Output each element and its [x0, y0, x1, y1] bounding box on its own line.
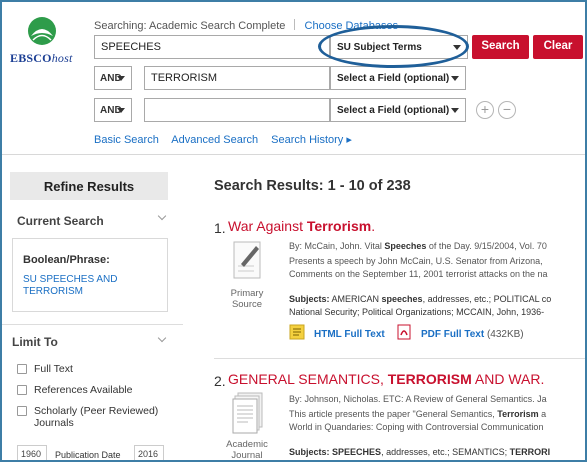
field-select-2[interactable]: Select a Field (optional)	[330, 66, 466, 90]
result-number-2: 2.	[214, 373, 226, 389]
field-select-3-value: Select a Field (optional)	[337, 105, 450, 116]
result-number-1: 1.	[214, 220, 226, 236]
search-term-input-3[interactable]	[144, 98, 330, 122]
search-term-input-1[interactable]: SPEECHES	[94, 35, 330, 59]
result-abstract-2b: World in Quandaries: Coping with Controv…	[289, 422, 544, 432]
limit-to-title[interactable]: Limit To	[12, 335, 58, 349]
refine-results-title: Refine Results	[10, 172, 168, 200]
full-text-checkbox[interactable]	[17, 364, 27, 374]
boolean-operator-select-2[interactable]: AND	[94, 66, 132, 90]
result-subjects-2: Subjects: SPEECHES, addresses, etc.; SEM…	[289, 447, 551, 457]
search-history-link[interactable]: Search History ▸	[271, 134, 352, 146]
basic-search-link[interactable]: Basic Search	[94, 134, 159, 146]
search-links: Basic Search Advanced Search Search Hist…	[94, 133, 362, 146]
clear-button[interactable]: Clear	[533, 35, 583, 59]
date-to-input[interactable]: 2016	[134, 445, 164, 462]
result-abstract-1b: Comments on the September 11, 2001 terro…	[289, 269, 548, 279]
advanced-search-link[interactable]: Advanced Search	[171, 134, 258, 146]
field-select-3[interactable]: Select a Field (optional)	[330, 98, 466, 122]
full-text-label: Full Text	[34, 363, 73, 375]
result-byline-2: By: Johnson, Nicholas. ETC: A Review of …	[289, 394, 547, 404]
field-select-2-value: Select a Field (optional)	[337, 73, 450, 84]
publication-date-label: Publication Date	[55, 450, 121, 460]
references-available-checkbox[interactable]	[17, 385, 27, 395]
result-title-1[interactable]: War Against Terrorism.	[228, 218, 375, 234]
current-query-link[interactable]: SU SPEECHES AND TERRORISM	[23, 274, 163, 298]
chevron-down-icon	[117, 108, 125, 113]
pdf-full-text-link[interactable]: PDF Full Text (432KB)	[421, 329, 524, 340]
academic-journal-icon	[232, 392, 263, 434]
result-abstract-2a: This article presents the paper "General…	[289, 409, 547, 419]
chevron-down-icon[interactable]	[157, 211, 167, 221]
boolean-phrase-label: Boolean/Phrase:	[23, 254, 110, 266]
divider	[0, 324, 183, 325]
current-search-title[interactable]: Current Search	[17, 214, 104, 228]
scholarly-checkbox[interactable]	[17, 406, 27, 416]
pdf-icon	[397, 324, 411, 340]
results-summary: Search Results: 1 - 10 of 238	[214, 178, 411, 194]
result-subjects-1b: National Security; Political Organizatio…	[289, 307, 545, 317]
refine-sidebar: Refine Results Current Search Boolean/Ph…	[0, 156, 183, 462]
current-search-box: Boolean/Phrase: SU SPEECHES AND TERRORIS…	[12, 238, 168, 312]
search-header: EBSCOhost Searching: Academic Search Com…	[0, 0, 587, 155]
result-type-1: Primary Source	[230, 288, 264, 310]
database-name: Academic Search Complete	[149, 20, 286, 32]
ebsco-logo-icon	[28, 17, 56, 45]
scholarly-label: Scholarly (Peer Reviewed) Journals	[34, 405, 159, 429]
remove-row-button[interactable]: −	[498, 101, 516, 119]
result-divider	[214, 358, 587, 359]
date-from-input[interactable]: 1960	[17, 445, 47, 462]
ebsco-logo-text[interactable]: EBSCOhost	[10, 51, 73, 66]
result-byline-1: By: McCain, John. Vital Speeches of the …	[289, 241, 547, 251]
chevron-down-icon	[117, 76, 125, 81]
chevron-down-icon[interactable]	[157, 333, 167, 343]
html-full-text-link[interactable]: HTML Full Text	[314, 329, 385, 340]
highlight-annotation-ring	[318, 25, 469, 68]
search-term-input-2[interactable]: TERRORISM	[144, 66, 330, 90]
boolean-operator-select-3[interactable]: AND	[94, 98, 132, 122]
search-button[interactable]: Search	[472, 35, 529, 59]
searching-label: Searching:	[94, 20, 147, 32]
add-row-button[interactable]: +	[476, 101, 494, 119]
chevron-down-icon	[451, 76, 459, 81]
result-type-2: Academic Journal	[226, 439, 268, 461]
references-available-label: References Available	[34, 384, 133, 396]
result-title-2[interactable]: GENERAL SEMANTICS, TERRORISM AND WAR.	[228, 371, 544, 387]
result-subjects-1a: Subjects: AMERICAN speeches, addresses, …	[289, 294, 552, 304]
primary-source-icon	[233, 241, 261, 279]
result-abstract-1a: Presents a speech by John McCain, U.S. S…	[289, 256, 543, 266]
html-document-icon	[289, 324, 305, 340]
chevron-down-icon	[451, 108, 459, 113]
